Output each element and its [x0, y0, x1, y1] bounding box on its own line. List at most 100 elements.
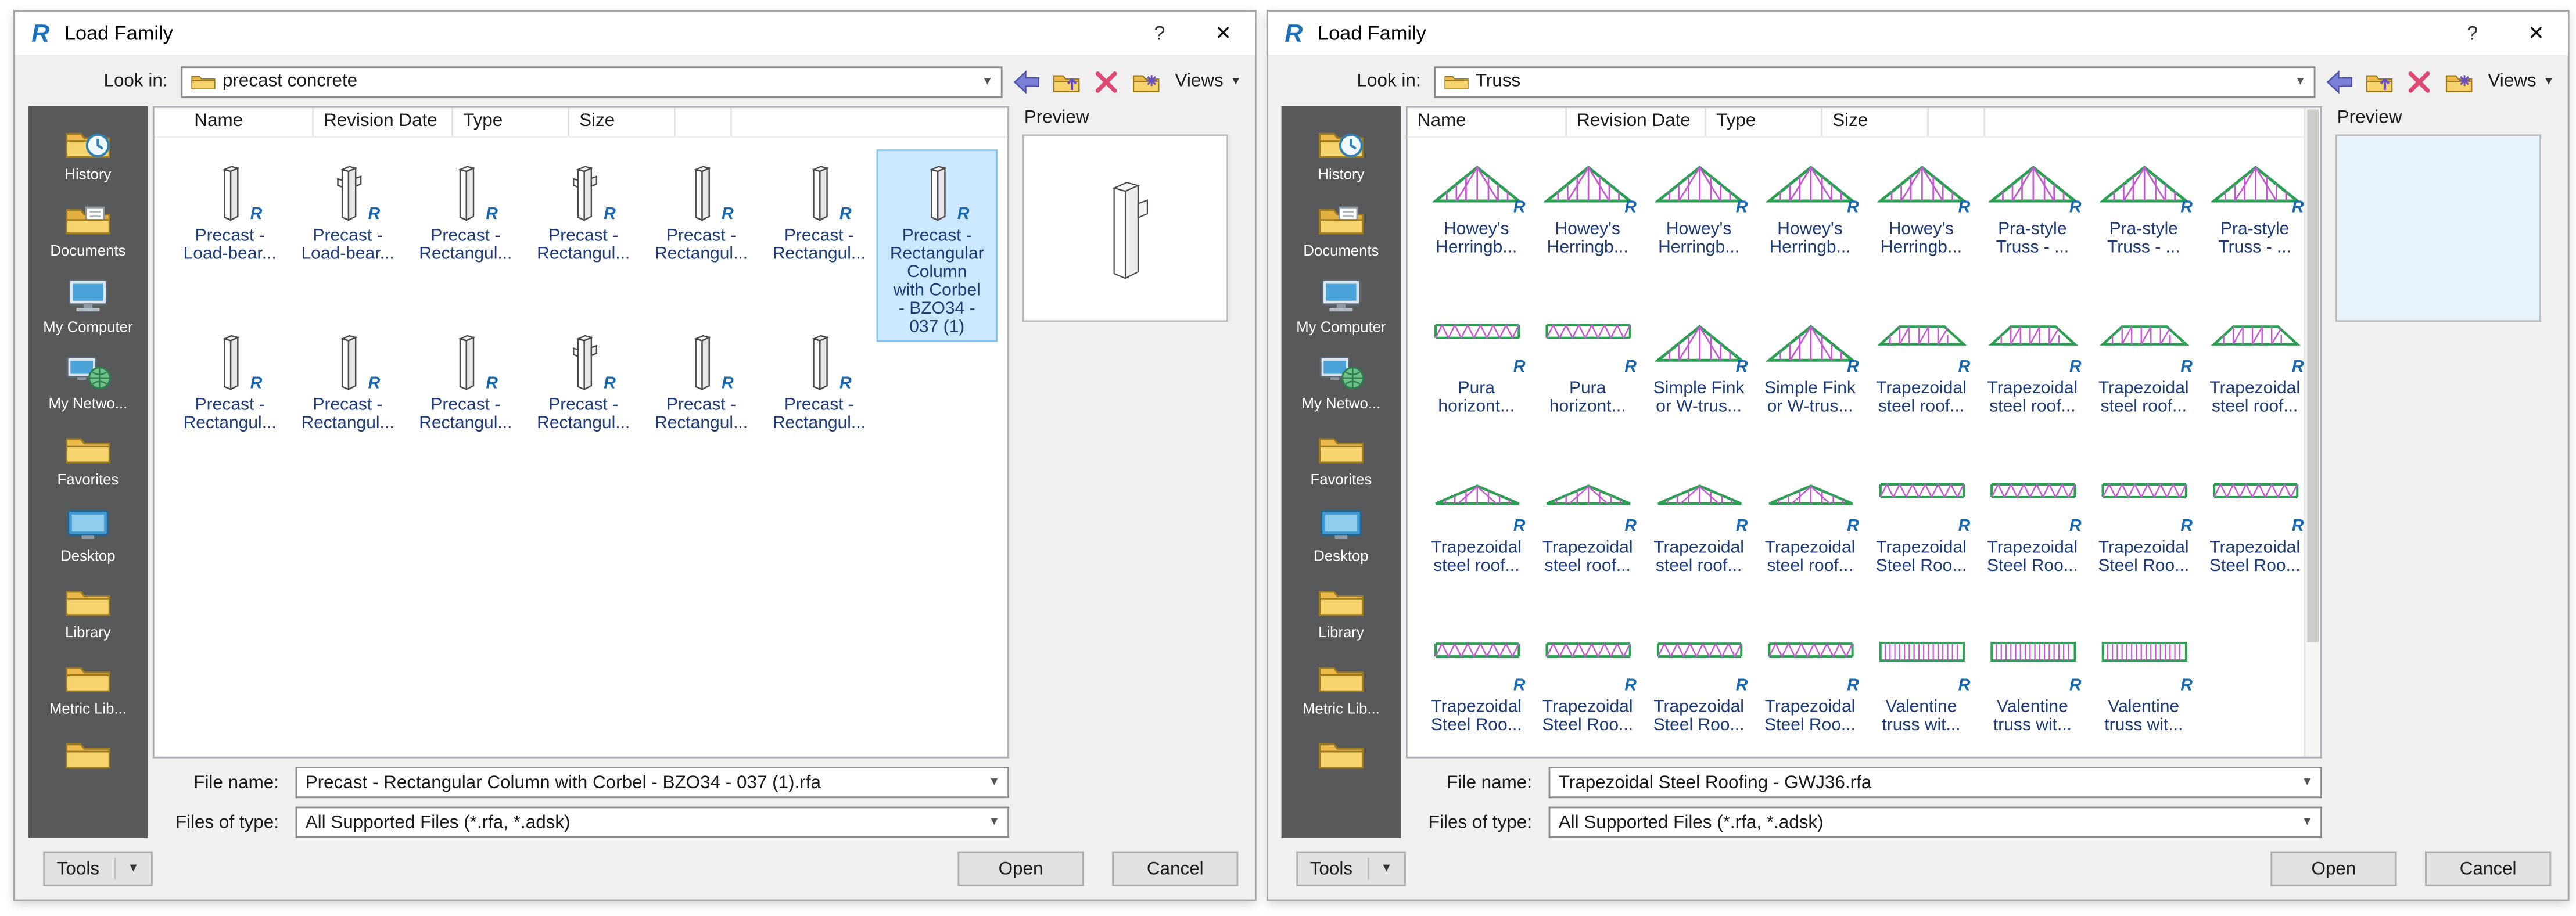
scrollbar-thumb[interactable]: [2307, 110, 2319, 642]
new-folder-button[interactable]: [2445, 69, 2473, 94]
column-header-revision-date[interactable]: Revision Date: [1567, 108, 1706, 136]
close-button[interactable]: ✕: [1215, 21, 1232, 45]
sidebar-item-desktop[interactable]: Desktop: [1282, 498, 1401, 574]
file-item[interactable]: RTrapezoidal steel roof...: [2200, 314, 2310, 420]
tools-button[interactable]: Tools ▼: [43, 852, 153, 886]
cancel-button[interactable]: Cancel: [2425, 852, 2551, 886]
help-button[interactable]: ?: [1154, 21, 1165, 45]
vertical-scrollbar[interactable]: [2304, 108, 2321, 757]
file-item[interactable]: RPrecast - Rectangul...: [171, 320, 289, 436]
files-of-type-combobox[interactable]: All Supported Files (*.rfa, *.adsk) ▼: [1549, 807, 2322, 838]
file-item[interactable]: RPrecast - Rectangul...: [643, 151, 760, 267]
file-item[interactable]: RHowey's Herringb...: [1755, 155, 1865, 261]
sidebar-item-my-netwo[interactable]: My Netwo...: [1282, 345, 1401, 421]
file-item[interactable]: RPra-style Truss - ...: [2088, 155, 2199, 261]
help-button[interactable]: ?: [2467, 21, 2478, 45]
views-dropdown[interactable]: Views ▼: [1172, 71, 1242, 91]
file-item[interactable]: RPrecast - Rectangul...: [643, 320, 760, 436]
new-folder-button[interactable]: [1132, 69, 1160, 94]
chevron-down-icon[interactable]: ▼: [2287, 76, 2314, 87]
file-item[interactable]: RPra-style Truss - ...: [1977, 155, 2088, 261]
sidebar-item-my-netwo[interactable]: My Netwo...: [28, 345, 148, 421]
file-item[interactable]: RPrecast - Load-bear...: [289, 151, 407, 267]
sidebar-item-library[interactable]: Library: [28, 574, 148, 651]
file-item[interactable]: RHowey's Herringb...: [1865, 155, 1976, 261]
file-item[interactable]: RHowey's Herringb...: [1532, 155, 1643, 261]
title-bar[interactable]: R Load Family ? ✕: [1268, 12, 2568, 55]
file-item[interactable]: RTrapezoidal steel roof...: [1865, 314, 1976, 420]
sidebar-item-metric-lib[interactable]: Metric Lib...: [1282, 651, 1401, 727]
sidebar-item-metric-lib[interactable]: Metric Lib...: [28, 651, 148, 727]
file-item[interactable]: RPura horizont...: [1421, 314, 1532, 420]
back-button[interactable]: [2325, 69, 2353, 94]
open-button[interactable]: Open: [2270, 852, 2396, 886]
file-item[interactable]: RPura horizont...: [1532, 314, 1643, 420]
file-name-combobox[interactable]: Precast - Rectangular Column with Corbel…: [296, 767, 1010, 798]
sidebar-item-folder[interactable]: [1282, 727, 1401, 786]
column-header-revision-date[interactable]: Revision Date: [314, 108, 453, 136]
sidebar-item-history[interactable]: History: [1282, 116, 1401, 192]
file-item[interactable]: RTrapezoidal steel roof...: [1643, 473, 1754, 579]
file-item[interactable]: RValentine truss wit...: [2088, 633, 2199, 739]
file-item[interactable]: RTrapezoidal Steel Roo...: [2200, 473, 2310, 579]
sidebar-item-favorites[interactable]: Favorites: [28, 422, 148, 498]
file-item-selected[interactable]: RPrecast - Rectangular Column with Corbe…: [878, 151, 996, 340]
sidebar-item-documents[interactable]: Documents: [1282, 192, 1401, 268]
file-item[interactable]: RSimple Fink or W-trus...: [1643, 314, 1754, 420]
sidebar-item-my-computer[interactable]: My Computer: [1282, 269, 1401, 345]
file-item[interactable]: RPra-style Truss - ...: [2200, 155, 2310, 261]
file-name-combobox[interactable]: Trapezoidal Steel Roofing - GWJ36.rfa ▼: [1549, 767, 2322, 798]
up-one-level-button[interactable]: [1052, 69, 1081, 94]
file-item[interactable]: RTrapezoidal Steel Roo...: [1532, 633, 1643, 739]
file-item[interactable]: RHowey's Herringb...: [1421, 155, 1532, 261]
file-item[interactable]: RPrecast - Rectangul...: [289, 320, 407, 436]
column-header-name[interactable]: Name: [155, 108, 314, 136]
file-item[interactable]: RTrapezoidal steel roof...: [1421, 473, 1532, 579]
look-in-combobox[interactable]: precast concrete ▼: [181, 66, 1002, 97]
file-item[interactable]: RTrapezoidal Steel Roo...: [1421, 633, 1532, 739]
close-button[interactable]: ✕: [2528, 21, 2545, 45]
column-header-type[interactable]: Type: [453, 108, 569, 136]
look-in-combobox[interactable]: Truss ▼: [1434, 66, 2315, 97]
file-item[interactable]: RPrecast - Rectangul...: [525, 151, 643, 267]
cancel-button[interactable]: Cancel: [1112, 852, 1238, 886]
file-item[interactable]: RTrapezoidal Steel Roo...: [1865, 473, 1976, 579]
file-item[interactable]: RHowey's Herringb...: [1643, 155, 1754, 261]
file-item[interactable]: RTrapezoidal steel roof...: [1755, 473, 1865, 579]
sidebar-item-desktop[interactable]: Desktop: [28, 498, 148, 574]
back-button[interactable]: [1013, 69, 1041, 94]
file-item[interactable]: RTrapezoidal steel roof...: [1977, 314, 2088, 420]
delete-button[interactable]: [2405, 69, 2434, 94]
chevron-down-icon[interactable]: ▼: [981, 777, 1007, 788]
title-bar[interactable]: R Load Family ? ✕: [15, 12, 1255, 55]
file-item[interactable]: RPrecast - Rectangul...: [525, 320, 643, 436]
chevron-down-icon[interactable]: ▼: [2294, 817, 2320, 828]
file-item[interactable]: RTrapezoidal steel roof...: [1532, 473, 1643, 579]
chevron-down-icon[interactable]: ▼: [981, 817, 1007, 828]
sidebar-item-library[interactable]: Library: [1282, 574, 1401, 651]
sidebar-item-documents[interactable]: Documents: [28, 192, 148, 268]
file-item[interactable]: RValentine truss wit...: [1865, 633, 1976, 739]
file-item[interactable]: RTrapezoidal Steel Roo...: [1755, 633, 1865, 739]
chevron-down-icon[interactable]: ▼: [974, 76, 1001, 87]
file-item[interactable]: RValentine truss wit...: [1977, 633, 2088, 739]
column-header-name[interactable]: Name: [1408, 108, 1567, 136]
file-item[interactable]: RTrapezoidal Steel Roo...: [1977, 473, 2088, 579]
column-header-size[interactable]: Size: [1822, 108, 1929, 136]
open-button[interactable]: Open: [957, 852, 1084, 886]
file-item[interactable]: RPrecast - Rectangul...: [760, 320, 878, 436]
file-item[interactable]: RTrapezoidal steel roof...: [2088, 314, 2199, 420]
file-item[interactable]: RPrecast - Load-bear...: [171, 151, 289, 267]
files-of-type-combobox[interactable]: All Supported Files (*.rfa, *.adsk) ▼: [296, 807, 1010, 838]
views-dropdown[interactable]: Views ▼: [2485, 71, 2555, 91]
column-header-size[interactable]: Size: [569, 108, 676, 136]
tools-button[interactable]: Tools ▼: [1296, 852, 1406, 886]
column-header-type[interactable]: Type: [1706, 108, 1822, 136]
sidebar-item-folder[interactable]: [28, 727, 148, 786]
sidebar-item-favorites[interactable]: Favorites: [1282, 422, 1401, 498]
file-item[interactable]: RPrecast - Rectangul...: [407, 151, 525, 267]
file-item[interactable]: RTrapezoidal Steel Roo...: [1643, 633, 1754, 739]
file-item[interactable]: RPrecast - Rectangul...: [760, 151, 878, 267]
file-item[interactable]: RTrapezoidal Steel Roo...: [2088, 473, 2199, 579]
file-item[interactable]: RPrecast - Rectangul...: [407, 320, 525, 436]
